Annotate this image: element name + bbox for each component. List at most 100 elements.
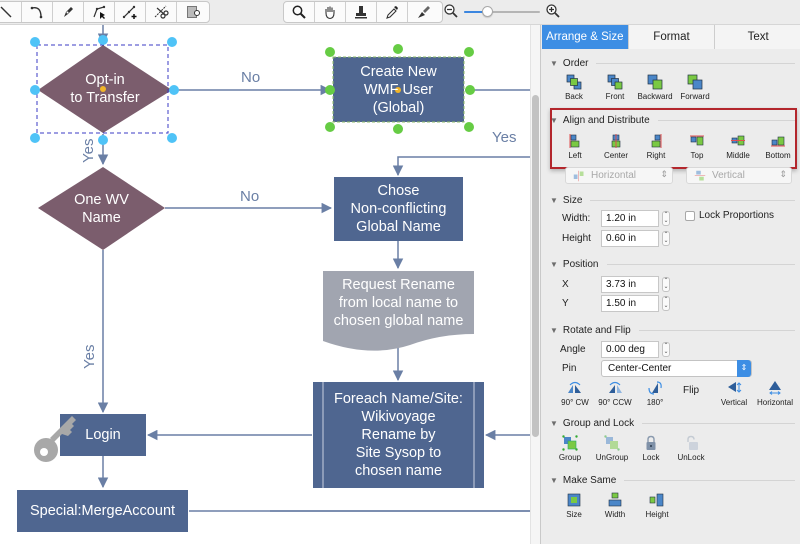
angle-stepper[interactable]: ⌃ ⌄ bbox=[662, 342, 670, 357]
pen-tool-button[interactable] bbox=[53, 2, 84, 22]
rotate-90-ccw-button[interactable]: 90° CCW bbox=[593, 380, 637, 407]
align-middle-icon bbox=[731, 135, 745, 146]
rotate-90-cw-button[interactable]: 90° CW bbox=[553, 380, 597, 407]
width-stepper[interactable]: ⌃ ⌄ bbox=[662, 211, 670, 226]
order-front-label: Front bbox=[605, 92, 625, 101]
section-make-same-header[interactable]: ▼ Make Same bbox=[550, 475, 795, 486]
direct-select-icon bbox=[93, 5, 106, 19]
height-stepper[interactable]: ⌃ ⌄ bbox=[662, 231, 670, 246]
format-painter-tool-button[interactable] bbox=[408, 2, 439, 22]
ungroup-icon bbox=[604, 435, 620, 451]
lock-proportions-label: Lock Proportions bbox=[699, 210, 775, 221]
align-bottom-icon bbox=[771, 136, 785, 147]
order-backward-button[interactable]: Backward bbox=[633, 74, 677, 101]
pin-select[interactable]: Center-Center ⇕ bbox=[601, 360, 752, 377]
lock-proportions-checkbox[interactable] bbox=[685, 211, 695, 221]
section-position-header[interactable]: ▼ Position bbox=[550, 259, 795, 270]
same-width-icon bbox=[608, 492, 622, 507]
zoom-slider-knob[interactable] bbox=[481, 6, 493, 17]
pin-select-value: Center-Center bbox=[608, 363, 672, 374]
width-input[interactable]: 1.20 in bbox=[601, 210, 659, 227]
order-forward-button[interactable]: Forward bbox=[673, 74, 717, 101]
section-rotate-header[interactable]: ▼ Rotate and Flip bbox=[550, 325, 795, 336]
make-same-height-button[interactable]: Height bbox=[635, 492, 679, 519]
align-top-button[interactable]: Top bbox=[675, 133, 719, 160]
canvas-scrollbar-thumb[interactable] bbox=[532, 95, 539, 437]
rotate-180-icon bbox=[648, 381, 662, 395]
align-left-button[interactable]: Left bbox=[553, 133, 597, 160]
section-position-title: Position bbox=[562, 259, 599, 270]
section-group-header[interactable]: ▼ Group and Lock bbox=[550, 418, 795, 429]
pan-tool-button[interactable] bbox=[315, 2, 346, 22]
arc-icon bbox=[30, 6, 43, 19]
flip-vertical-button[interactable]: Vertical bbox=[712, 380, 756, 407]
x-input[interactable]: 3.73 in bbox=[601, 276, 659, 293]
pen-icon bbox=[64, 7, 73, 17]
canvas-vertical-scrollbar[interactable] bbox=[530, 25, 540, 544]
stamp-tool-button[interactable] bbox=[346, 2, 377, 22]
zoom-out-icon[interactable] bbox=[443, 3, 459, 19]
section-size-header[interactable]: ▼ Size bbox=[550, 195, 795, 206]
order-back-label: Back bbox=[565, 92, 583, 101]
drawing-tools-group bbox=[0, 1, 210, 23]
rotate-180-button[interactable]: 180° bbox=[633, 380, 677, 407]
cut-path-tool-button[interactable] bbox=[146, 2, 177, 22]
tab-arrange-size[interactable]: Arrange & Size bbox=[542, 25, 629, 49]
hand-icon bbox=[325, 6, 335, 20]
direct-select-tool-button[interactable] bbox=[84, 2, 115, 22]
align-middle-label: Middle bbox=[726, 151, 750, 160]
align-middle-button[interactable]: Middle bbox=[716, 133, 760, 160]
scissors-icon bbox=[154, 5, 169, 19]
section-align-header[interactable]: ▼ Align and Distribute bbox=[550, 115, 795, 126]
flip-vertical-label: Vertical bbox=[720, 398, 748, 407]
line-icon bbox=[0, 6, 12, 18]
align-bottom-button[interactable]: Bottom bbox=[756, 133, 800, 160]
diagram-canvas[interactable]: Opt-in to Transfer Create New WMF User (… bbox=[0, 25, 531, 544]
tab-format[interactable]: Format bbox=[628, 25, 716, 49]
zoom-in-icon[interactable] bbox=[545, 3, 561, 19]
order-front-button[interactable]: Front bbox=[593, 74, 637, 101]
flip-horizontal-icon bbox=[769, 381, 781, 395]
height-input[interactable]: 0.60 in bbox=[601, 230, 659, 247]
group-icon bbox=[562, 435, 578, 451]
arc-tool-button[interactable] bbox=[22, 2, 53, 22]
send-to-back-icon bbox=[566, 74, 582, 90]
align-center-button[interactable]: Center bbox=[594, 133, 638, 160]
disclosure-triangle-icon: ▼ bbox=[550, 326, 558, 335]
edge-label-one-wv-no: No bbox=[240, 188, 260, 205]
tab-text[interactable]: Text bbox=[715, 25, 800, 49]
align-center-label: Center bbox=[603, 151, 628, 160]
section-make-same-title: Make Same bbox=[562, 475, 617, 486]
container-tool-button[interactable] bbox=[177, 2, 208, 22]
x-stepper[interactable]: ⌃ ⌄ bbox=[662, 277, 670, 292]
line-tool-button[interactable] bbox=[0, 2, 22, 22]
align-center-icon bbox=[611, 134, 621, 148]
zoom-tool-button[interactable] bbox=[284, 2, 315, 22]
align-right-button[interactable]: Right bbox=[634, 133, 678, 160]
unlock-button[interactable]: UnLock bbox=[669, 435, 713, 462]
eyedropper-tool-button[interactable] bbox=[377, 2, 408, 22]
make-same-size-button[interactable]: Size bbox=[552, 492, 596, 519]
divider bbox=[642, 423, 795, 424]
order-forward-label: Forward bbox=[680, 92, 710, 101]
flip-vertical-icon bbox=[728, 382, 742, 393]
flip-horizontal-button[interactable]: Horizontal bbox=[753, 380, 797, 407]
pin-label: Pin bbox=[562, 363, 577, 374]
y-input[interactable]: 1.50 in bbox=[601, 295, 659, 312]
rotate-180-label: 180° bbox=[646, 398, 664, 407]
lock-button[interactable]: Lock bbox=[629, 435, 673, 462]
connector-yes-to-chose-name[interactable] bbox=[392, 156, 531, 177]
make-same-width-button[interactable]: Width bbox=[593, 492, 637, 519]
group-button[interactable]: Group bbox=[548, 435, 592, 462]
node-opt-in-label: Opt-in to Transfer bbox=[70, 72, 140, 106]
add-point-tool-button[interactable] bbox=[115, 2, 146, 22]
angle-input[interactable]: 0.00 deg bbox=[601, 341, 659, 358]
order-back-button[interactable]: Back bbox=[552, 74, 596, 101]
section-order-header[interactable]: ▼ Order bbox=[550, 58, 795, 69]
y-stepper[interactable]: ⌃ ⌄ bbox=[662, 296, 670, 311]
zoom-slider[interactable] bbox=[464, 11, 540, 13]
distribute-horizontal-select[interactable]: Horizontal ⇕ bbox=[565, 167, 673, 184]
distribute-vertical-select[interactable]: Vertical ⇕ bbox=[686, 167, 792, 184]
bring-to-front-icon bbox=[607, 74, 623, 90]
ungroup-button[interactable]: UnGroup bbox=[590, 435, 634, 462]
